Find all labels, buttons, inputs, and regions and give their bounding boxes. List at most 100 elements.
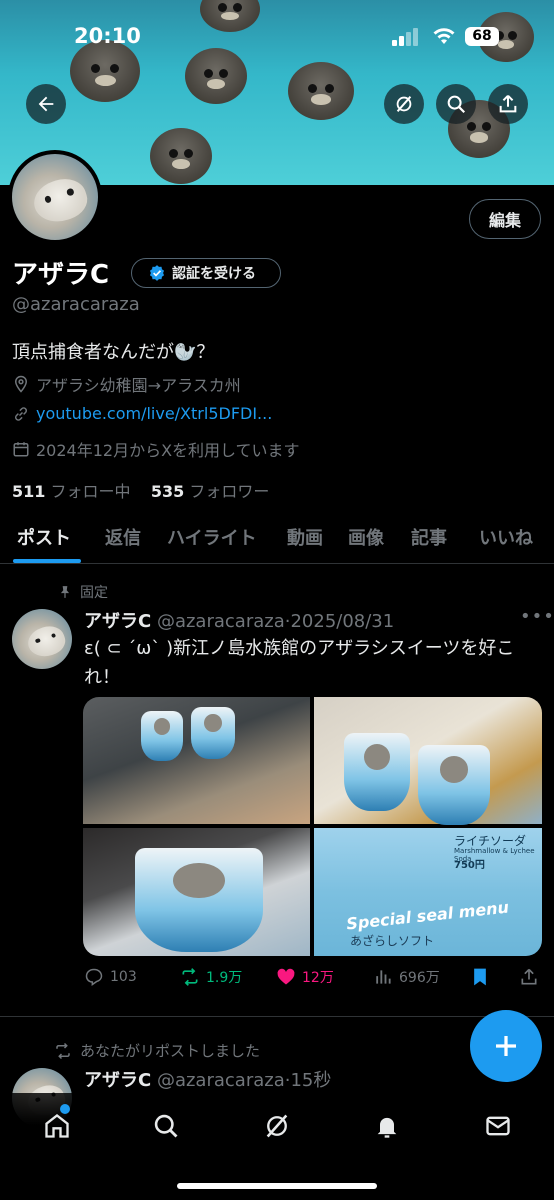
pin-icon xyxy=(60,586,70,598)
tab-photos[interactable]: 画像 xyxy=(348,524,384,550)
following-count: 511 xyxy=(12,482,46,501)
tab-replies[interactable]: 返信 xyxy=(105,524,141,550)
mail-icon xyxy=(486,1116,510,1136)
join-date-text: 2024年12月からXを利用しています xyxy=(36,441,300,460)
website-link[interactable]: youtube.com/live/Xtrl5DFDI... xyxy=(36,404,272,423)
search-icon xyxy=(154,1114,178,1138)
repost-icon xyxy=(182,968,198,986)
arrow-left-icon xyxy=(38,96,54,112)
bookmark-button[interactable] xyxy=(470,967,490,987)
cell-signal-icon xyxy=(392,28,418,46)
post-text: ε( ⊂ ´ω` )新江ノ島水族館のアザラシスイーツを好これ！ xyxy=(84,638,515,688)
like-button[interactable]: 12万 xyxy=(276,967,334,987)
banner-seal xyxy=(200,0,260,32)
banner-seal xyxy=(185,48,247,104)
views-chart-icon xyxy=(376,970,391,984)
share-icon xyxy=(499,95,517,113)
home-icon xyxy=(45,1114,69,1138)
get-verified-button[interactable]: 認証を受ける xyxy=(131,258,281,288)
photo-menu-title: Special seal menu xyxy=(345,897,510,934)
post-photo-1[interactable] xyxy=(83,697,310,824)
reply-icon xyxy=(85,968,103,986)
pinned-text: 固定 xyxy=(80,585,108,601)
nav-home[interactable] xyxy=(40,1109,74,1143)
profile-tabs: ポスト 返信 ハイライト 動画 画像 記事 いいね xyxy=(0,518,554,564)
post-photo-2[interactable] xyxy=(314,697,542,825)
battery-indicator: 68 xyxy=(465,27,499,46)
repost-context: あなたがリポストしました xyxy=(54,1040,260,1061)
location-text: アザラシ幼稚園→アラスカ州 xyxy=(36,376,241,395)
tab-articles[interactable]: 記事 xyxy=(411,524,447,550)
tab-posts[interactable]: ポスト xyxy=(17,524,71,550)
reply-count: 103 xyxy=(110,969,137,985)
bell-icon xyxy=(377,1117,397,1138)
share-button[interactable] xyxy=(488,84,528,124)
calendar-icon xyxy=(13,442,29,457)
active-tab-indicator xyxy=(13,559,81,563)
profile-avatar[interactable] xyxy=(8,150,102,244)
followers-count: 535 xyxy=(150,482,185,501)
post-author-handle[interactable]: @azaracaraza xyxy=(157,611,285,632)
nav-search[interactable] xyxy=(149,1109,183,1143)
wifi-icon xyxy=(433,28,455,44)
like-count: 12万 xyxy=(302,970,334,986)
status-time: 20:10 xyxy=(74,24,141,48)
grok-icon xyxy=(396,96,412,112)
banner-seal xyxy=(70,40,140,102)
post-more-icon[interactable]: ••• xyxy=(520,606,554,627)
get-verified-label: 認証を受ける xyxy=(172,266,256,282)
profile-location: アザラシ幼稚園→アラスカ州 xyxy=(12,372,241,396)
tab-highlights[interactable]: ハイライト xyxy=(167,524,257,550)
post-header: アザラC @azaracaraza·2025/08/31 xyxy=(84,611,395,632)
post-photo-4[interactable]: ライチソーダ Marshmallow & Lychee Soda 750円 Sp… xyxy=(314,828,542,956)
follow-stats: 511 フォロー中 535 フォロワー xyxy=(12,478,269,502)
repost-count: 1.9万 xyxy=(206,970,243,986)
post-avatar[interactable] xyxy=(12,609,72,669)
banner-seal xyxy=(288,62,354,120)
edit-profile-button[interactable]: 編集 xyxy=(469,199,541,239)
compose-post-button[interactable] xyxy=(470,1010,542,1082)
following-link[interactable]: 511 フォロー中 xyxy=(12,482,131,501)
search-button[interactable] xyxy=(436,84,476,124)
profile-handle: @azaracaraza xyxy=(12,294,140,315)
bookmark-filled-icon xyxy=(474,968,486,986)
notification-dot xyxy=(60,1104,70,1114)
views-count: 696万 xyxy=(399,970,440,986)
tab-videos[interactable]: 動画 xyxy=(287,524,323,550)
nav-notifications[interactable] xyxy=(370,1109,404,1143)
grok-button[interactable] xyxy=(384,84,424,124)
pinned-label: 固定 xyxy=(58,582,108,602)
photo-price: 750円 xyxy=(454,860,485,871)
post-photo-3[interactable] xyxy=(83,828,310,956)
repost-context-text: あなたがリポストしました xyxy=(80,1042,261,1060)
repost-button[interactable]: 1.9万 xyxy=(180,967,242,987)
share-post-button[interactable] xyxy=(519,967,539,987)
photo-soft-label: あざらしソフト xyxy=(350,934,435,948)
profile-website[interactable]: youtube.com/live/Xtrl5DFDI... xyxy=(12,404,272,423)
post-author-handle[interactable]: @azaracaraza xyxy=(157,1070,285,1091)
link-icon xyxy=(14,406,28,421)
post-author-name[interactable]: アザラC xyxy=(84,1070,151,1091)
grok-icon xyxy=(266,1114,288,1138)
display-name: アザラC xyxy=(12,260,110,290)
home-indicator xyxy=(177,1183,377,1189)
views-button[interactable]: 696万 xyxy=(373,967,440,987)
banner-seal xyxy=(150,128,212,184)
search-icon xyxy=(447,95,466,114)
profile-bio: 頂点捕食者なんだが🦭？ xyxy=(12,342,215,363)
plus-icon xyxy=(496,1036,516,1056)
post-time[interactable]: 15秒 xyxy=(290,1070,331,1091)
back-button[interactable] xyxy=(26,84,66,124)
post-divider xyxy=(0,1016,554,1017)
nav-messages[interactable] xyxy=(481,1109,515,1143)
location-pin-icon xyxy=(14,375,28,393)
post-author-name[interactable]: アザラC xyxy=(84,611,151,632)
tab-likes[interactable]: いいね xyxy=(479,524,533,550)
post-media-grid: ライチソーダ Marshmallow & Lychee Soda 750円 Sp… xyxy=(83,697,542,956)
reply-button[interactable]: 103 xyxy=(84,967,137,987)
nav-grok[interactable] xyxy=(260,1109,294,1143)
followers-link[interactable]: 535 フォロワー xyxy=(151,482,270,501)
share-icon xyxy=(521,968,537,985)
following-label: フォロー中 xyxy=(50,482,131,501)
post-date[interactable]: 2025/08/31 xyxy=(290,611,394,632)
